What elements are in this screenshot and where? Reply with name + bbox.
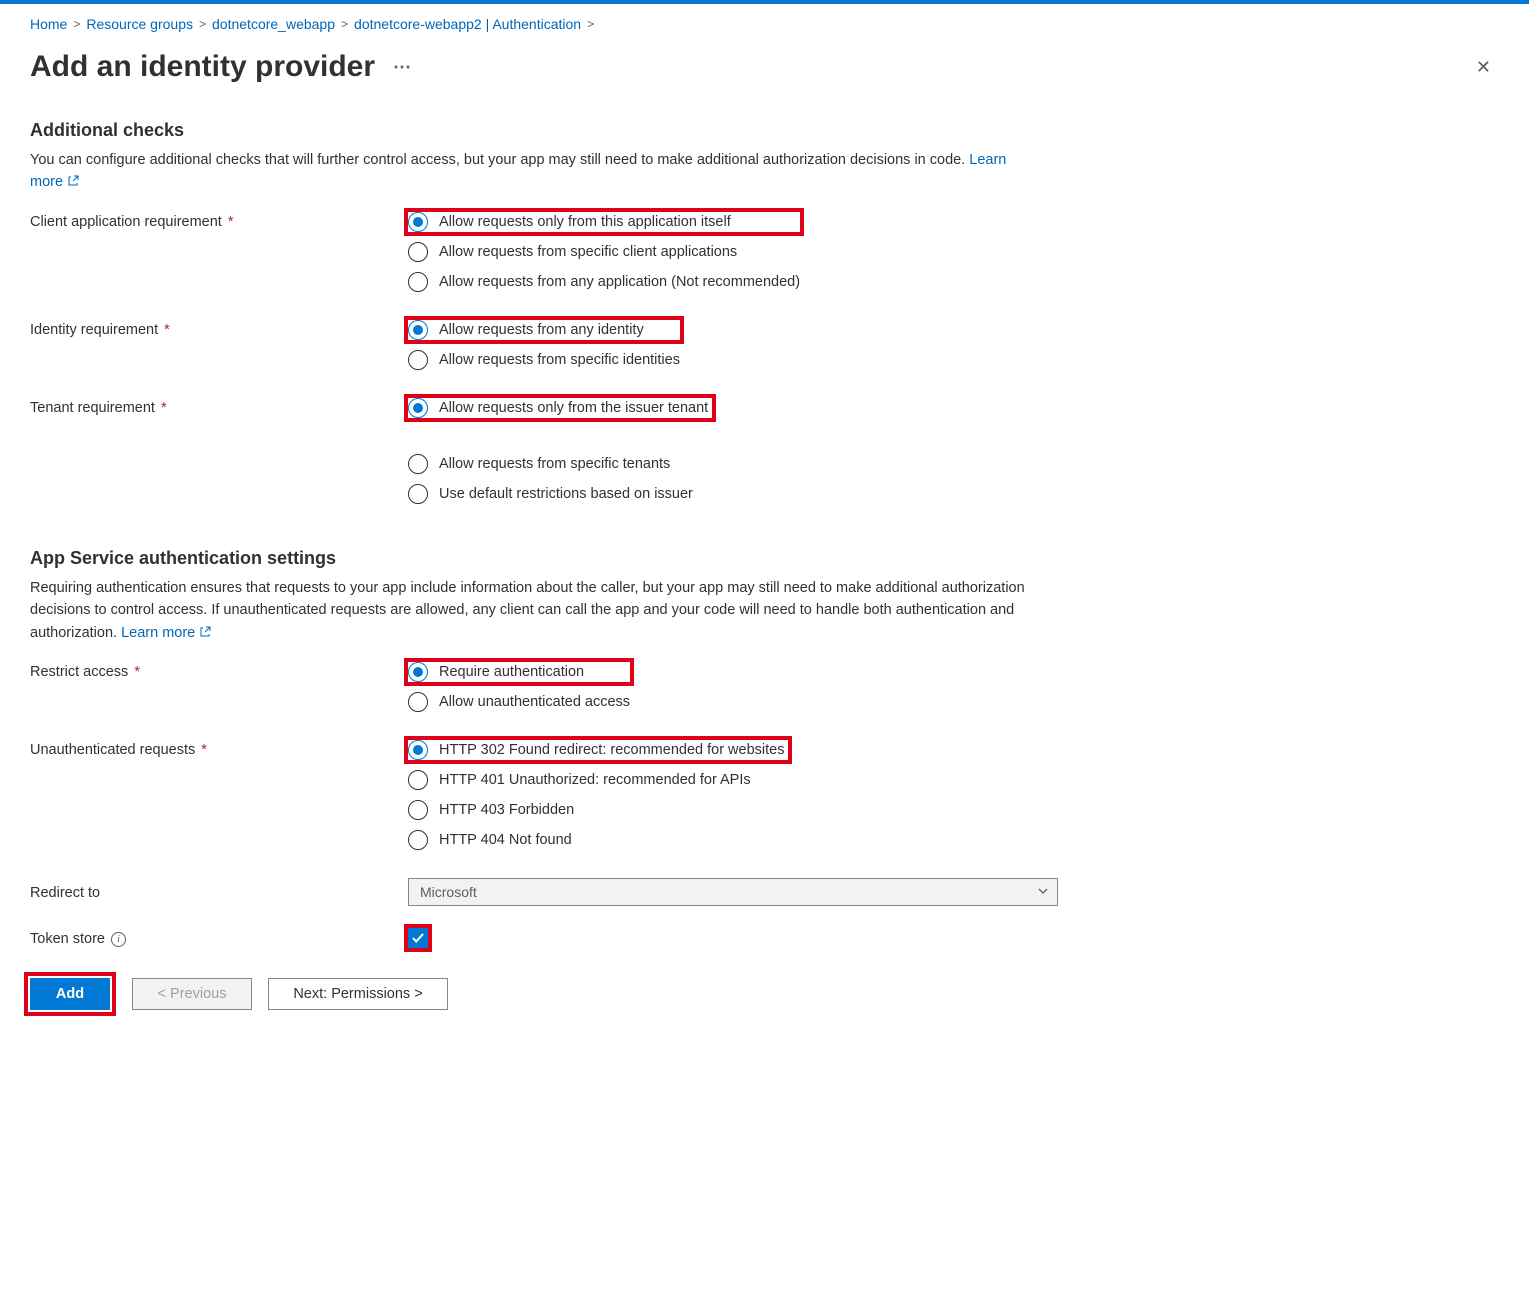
dropdown-value: Microsoft [420, 884, 477, 900]
client-application-requirement-label: Client application requirement * [30, 212, 408, 230]
radio-checked-icon [408, 740, 428, 760]
radio-checked-icon [408, 662, 428, 682]
radio-require-auth[interactable]: Require authentication [408, 662, 584, 682]
radio-client-specific-apps[interactable]: Allow requests from specific client appl… [408, 242, 800, 262]
radio-label: Use default restrictions based on issuer [439, 486, 693, 502]
additional-checks-desc: You can configure additional checks that… [30, 149, 1040, 212]
additional-checks-heading: Additional checks [30, 120, 1499, 149]
app-service-auth-desc: Requiring authentication ensures that re… [30, 577, 1040, 662]
radio-client-this-app-only[interactable]: Allow requests only from this applicatio… [408, 212, 731, 232]
radio-tenant-specific[interactable]: Allow requests from specific tenants [408, 454, 712, 474]
radio-label: Allow unauthenticated access [439, 694, 630, 710]
radio-label: Allow requests from specific tenants [439, 456, 670, 472]
radio-http-401[interactable]: HTTP 401 Unauthorized: recommended for A… [408, 770, 788, 790]
previous-button[interactable]: < Previous [132, 978, 252, 1010]
radio-label: HTTP 401 Unauthorized: recommended for A… [439, 772, 751, 788]
breadcrumb-dotnetcore-webapp[interactable]: dotnetcore_webapp [212, 16, 335, 32]
redirect-to-dropdown[interactable]: Microsoft [408, 878, 1058, 906]
radio-tenant-issuer-only[interactable]: Allow requests only from the issuer tena… [408, 398, 708, 418]
radio-allow-unauth[interactable]: Allow unauthenticated access [408, 692, 630, 712]
radio-checked-icon [408, 398, 428, 418]
chevron-right-icon: > [341, 17, 348, 31]
radio-unchecked-icon [408, 454, 428, 474]
radio-label: Require authentication [439, 664, 584, 680]
radio-unchecked-icon [408, 770, 428, 790]
radio-unchecked-icon [408, 830, 428, 850]
radio-unchecked-icon [408, 242, 428, 262]
chevron-right-icon: > [587, 17, 594, 31]
identity-requirement-label: Identity requirement * [30, 320, 408, 338]
chevron-down-icon [1037, 884, 1049, 900]
radio-unchecked-icon [408, 350, 428, 370]
radio-label: Allow requests only from the issuer tena… [439, 400, 708, 416]
radio-label: Allow requests from specific identities [439, 352, 680, 368]
chevron-right-icon: > [199, 17, 206, 31]
radio-label: Allow requests from specific client appl… [439, 244, 737, 260]
learn-more-link[interactable]: Learn more [121, 625, 211, 641]
radio-label: HTTP 302 Found redirect: recommended for… [439, 742, 784, 758]
radio-client-any-app[interactable]: Allow requests from any application (Not… [408, 272, 800, 292]
app-service-auth-heading: App Service authentication settings [30, 548, 1499, 577]
radio-identity-specific[interactable]: Allow requests from specific identities [408, 350, 680, 370]
add-button[interactable]: Add [30, 978, 110, 1010]
radio-checked-icon [408, 212, 428, 232]
page-title: Add an identity provider ⋯ [30, 50, 413, 84]
radio-identity-any[interactable]: Allow requests from any identity [408, 320, 644, 340]
radio-http-302[interactable]: HTTP 302 Found redirect: recommended for… [408, 740, 784, 760]
breadcrumb: Home > Resource groups > dotnetcore_weba… [30, 4, 1499, 50]
unauthenticated-requests-label: Unauthenticated requests * [30, 740, 408, 758]
radio-tenant-default[interactable]: Use default restrictions based on issuer [408, 484, 712, 504]
radio-unchecked-icon [408, 800, 428, 820]
tenant-requirement-label: Tenant requirement * [30, 398, 408, 416]
radio-unchecked-icon [408, 484, 428, 504]
external-link-icon [67, 172, 79, 184]
close-icon[interactable]: ✕ [1468, 53, 1499, 82]
token-store-label: Token store i [30, 929, 408, 947]
radio-unchecked-icon [408, 272, 428, 292]
external-link-icon [199, 623, 211, 635]
radio-label: HTTP 403 Forbidden [439, 802, 574, 818]
breadcrumb-authentication[interactable]: dotnetcore-webapp2 | Authentication [354, 16, 581, 32]
next-permissions-button[interactable]: Next: Permissions > [268, 978, 448, 1010]
radio-label: Allow requests only from this applicatio… [439, 214, 731, 230]
breadcrumb-home[interactable]: Home [30, 16, 67, 32]
token-store-checkbox[interactable] [408, 928, 428, 948]
radio-label: Allow requests from any application (Not… [439, 274, 800, 290]
restrict-access-label: Restrict access * [30, 662, 408, 680]
radio-label: HTTP 404 Not found [439, 832, 572, 848]
radio-checked-icon [408, 320, 428, 340]
radio-http-403[interactable]: HTTP 403 Forbidden [408, 800, 788, 820]
breadcrumb-resource-groups[interactable]: Resource groups [86, 16, 193, 32]
more-icon[interactable]: ⋯ [393, 57, 413, 78]
redirect-to-label: Redirect to [30, 883, 408, 901]
chevron-right-icon: > [73, 17, 80, 31]
radio-label: Allow requests from any identity [439, 322, 644, 338]
radio-unchecked-icon [408, 692, 428, 712]
radio-http-404[interactable]: HTTP 404 Not found [408, 830, 788, 850]
info-icon[interactable]: i [111, 932, 126, 947]
